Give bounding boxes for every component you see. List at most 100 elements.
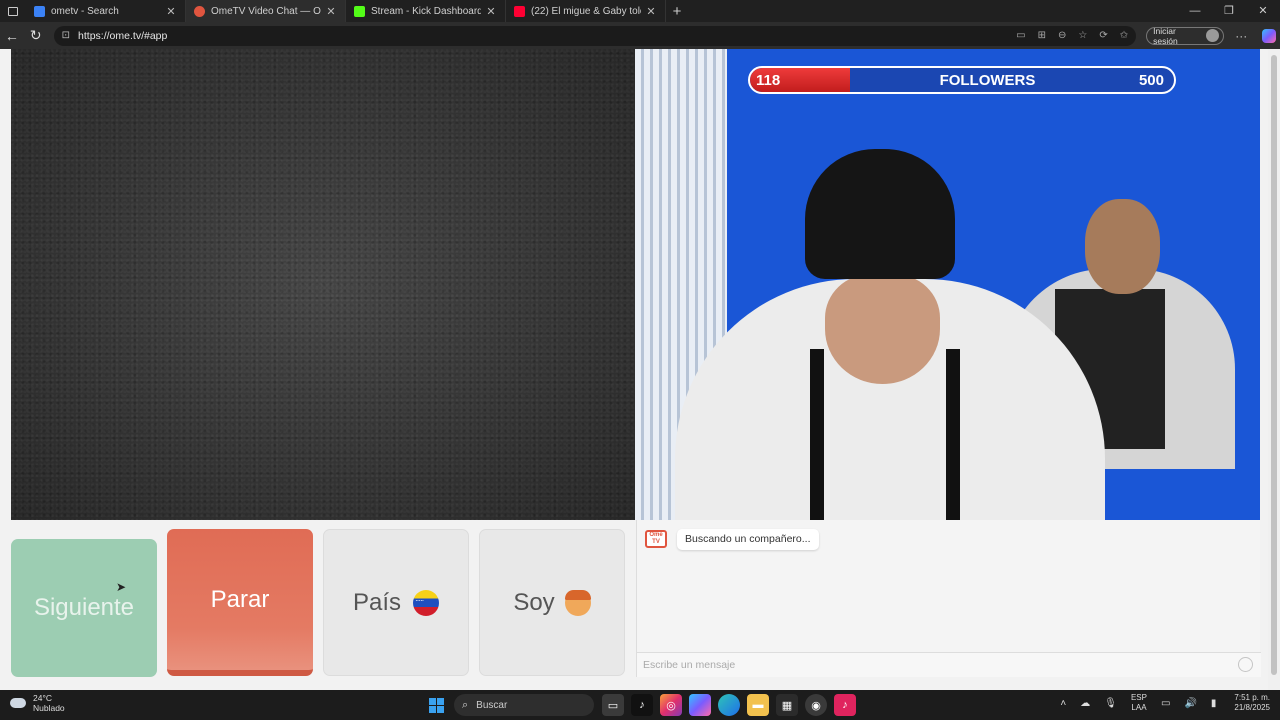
close-icon[interactable]: ✕ [645, 5, 657, 18]
clock-time: 7:51 p. m. [1234, 693, 1270, 702]
profile-avatar-icon [1206, 29, 1220, 42]
close-icon[interactable]: ✕ [485, 5, 497, 18]
local-video-feed: 118 FOLLOWERS 500 [635, 49, 1260, 520]
system-tray: ˄ ☁ 🎙 ESP LAA ▭ 🔊 ▮ 7:51 p. m. 21/8/2025 [1060, 693, 1270, 713]
tiktok-icon[interactable]: ♪ [631, 694, 653, 716]
chat-message-input[interactable]: Escribe un mensaje [637, 652, 1261, 677]
language-indicator[interactable]: ESP LAA [1131, 693, 1147, 713]
windows-taskbar: 24°C Nublado ⌕ Buscar ▭ ♪ ◎ ▬ ▦ ◉ ♪ ˄ ☁ … [0, 690, 1280, 720]
next-button[interactable]: Siguiente [11, 539, 157, 677]
page-scrollbar[interactable] [1268, 49, 1280, 690]
start-button[interactable] [425, 694, 447, 716]
microsoft-store-icon[interactable]: ▦ [776, 694, 798, 716]
person-foreground-face [825, 274, 940, 384]
ometv-app: 118 FOLLOWERS 500 Siguiente Parar País S… [0, 49, 1280, 690]
person-foreground-cap [805, 149, 955, 279]
weather-desc: Nublado [33, 703, 65, 713]
site-info-icon[interactable]: ⊡ [62, 30, 70, 41]
taskbar-apps: ⌕ Buscar ▭ ♪ ◎ ▬ ▦ ◉ ♪ [425, 694, 863, 716]
more-menu-button[interactable]: ··· [1230, 29, 1252, 43]
tab-label: (22) El migue & Gaby tolossa (Mi [531, 5, 641, 17]
person-background-face [1085, 199, 1160, 294]
copilot-app-icon[interactable] [689, 694, 711, 716]
onedrive-icon[interactable]: ☁ [1080, 698, 1090, 709]
tab-actions-icon[interactable] [0, 0, 26, 22]
address-bar[interactable]: ⊡ https://ome.tv/#app ▭ ⊞ ⊖ ☆ ⟳ ✩ [53, 25, 1137, 46]
system-clock[interactable]: 7:51 p. m. 21/8/2025 [1234, 693, 1270, 713]
followers-label: FOLLOWERS [939, 71, 1036, 89]
network-icon[interactable]: ▭ [1161, 698, 1170, 709]
search-favicon-icon [34, 5, 45, 17]
followers-goal-bar: 118 FOLLOWERS 500 [748, 66, 1176, 94]
windows-logo-icon [428, 697, 444, 713]
youtube-favicon-icon [514, 5, 525, 17]
copilot-icon [1262, 28, 1277, 43]
language-top: ESP [1130, 693, 1147, 702]
search-icon: ⌕ [462, 698, 469, 711]
close-icon[interactable]: ✕ [325, 5, 337, 18]
edge-browser-icon[interactable] [718, 694, 740, 716]
stop-label: Parar [210, 585, 270, 613]
clock-date: 21/8/2025 [1234, 703, 1270, 712]
venezuela-flag-icon [413, 589, 440, 616]
camera-icon[interactable]: ▭ [1016, 30, 1025, 41]
tracking-prevention-icon[interactable]: ⊖ [1058, 30, 1066, 41]
obs-icon[interactable]: ◉ [805, 694, 827, 716]
kick-favicon-icon [354, 5, 365, 17]
country-button[interactable]: País [323, 529, 469, 676]
app-available-icon[interactable]: ⊞ [1038, 30, 1046, 41]
window-controls: — ❐ ✕ [1178, 0, 1280, 22]
refresh-button[interactable]: ↻ [24, 27, 48, 44]
chat-panel: Ome TV Buscando un compañero... Escribe … [636, 520, 1261, 677]
chat-input-placeholder: Escribe un mensaje [643, 659, 736, 671]
tab-label: OmeTV Video Chat — Omeg [211, 5, 321, 17]
close-window-button[interactable]: ✕ [1246, 0, 1280, 22]
close-icon[interactable]: ✕ [165, 5, 177, 18]
gender-label: Soy [513, 588, 555, 616]
extensions-icon[interactable]: ⟳ [1099, 30, 1107, 41]
ometv-favicon-icon [194, 5, 205, 17]
weather-widget[interactable]: 24°C Nublado [10, 693, 65, 713]
tab-label: ometv - Search [51, 5, 119, 17]
instagram-icon[interactable]: ◎ [660, 694, 682, 716]
tab-label: Stream - Kick Dashboard [371, 5, 481, 17]
chat-status-message: Buscando un compañero... [677, 529, 819, 550]
favorites-icon[interactable]: ✩ [1120, 30, 1128, 41]
task-view-icon[interactable]: ▭ [602, 694, 624, 716]
signin-label: Iniciar sesión [1153, 25, 1178, 46]
browser-toolbar: ← ↻ ⊡ https://ome.tv/#app ▭ ⊞ ⊖ ☆ ⟳ ✩ In… [0, 22, 1280, 49]
browser-tab-bar: ometv - Search ✕ OmeTV Video Chat — Omeg… [0, 0, 1280, 22]
maximize-button[interactable]: ❐ [1212, 0, 1246, 22]
favorite-star-icon[interactable]: ☆ [1078, 30, 1087, 41]
stop-button[interactable]: Parar [167, 529, 313, 676]
chevron-up-icon[interactable]: ˄ [1060, 698, 1066, 709]
followers-goal-count: 500 [1138, 71, 1164, 89]
url-text: https://ome.tv/#app [78, 29, 168, 42]
followers-current-count: 118 [756, 71, 781, 89]
copilot-button[interactable] [1258, 28, 1280, 43]
remote-video-feed [11, 49, 635, 520]
tab-ometv-video-chat[interactable]: OmeTV Video Chat — Omeg ✕ [186, 0, 346, 22]
weather-temp: 24°C [33, 693, 52, 703]
tab-ometv-search[interactable]: ometv - Search ✕ [26, 0, 186, 22]
boy-emoji-icon [564, 589, 591, 616]
ometv-logo-icon: Ome TV [645, 530, 667, 548]
emoji-picker-icon[interactable] [1238, 657, 1253, 672]
gender-button[interactable]: Soy [479, 529, 625, 676]
battery-icon[interactable]: ▮ [1211, 698, 1217, 709]
file-explorer-icon[interactable]: ▬ [747, 694, 769, 716]
tab-kick-dashboard[interactable]: Stream - Kick Dashboard ✕ [346, 0, 506, 22]
mouse-cursor-icon: ➤ [116, 580, 127, 594]
microphone-icon[interactable]: 🎙 [1104, 698, 1117, 709]
taskbar-search[interactable]: ⌕ Buscar [454, 694, 594, 716]
signin-button[interactable]: Iniciar sesión [1146, 25, 1225, 46]
next-label: Siguiente [33, 594, 135, 621]
back-button[interactable]: ← [0, 28, 24, 44]
cloud-icon [10, 698, 26, 708]
tab-youtube-video[interactable]: (22) El migue & Gaby tolossa (Mi ✕ [506, 0, 666, 22]
new-tab-button[interactable]: + [666, 3, 688, 20]
volume-icon[interactable]: 🔊 [1184, 698, 1196, 709]
minimize-button[interactable]: — [1178, 0, 1212, 22]
tiktok-live-icon[interactable]: ♪ [834, 694, 856, 716]
scrollbar-thumb[interactable] [1271, 55, 1277, 675]
